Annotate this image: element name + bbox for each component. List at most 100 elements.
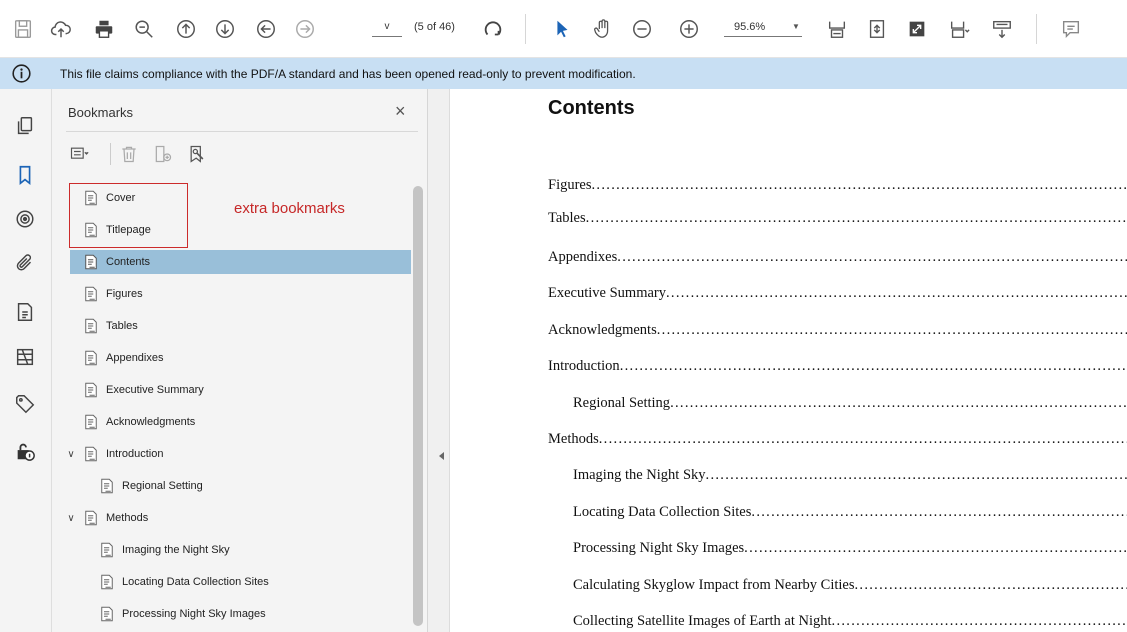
toc-leader: ........................................… bbox=[665, 285, 1127, 301]
bookmark-processing-night-sky-images[interactable]: Processing Night Sky Images bbox=[96, 602, 266, 626]
select-cursor-icon[interactable] bbox=[547, 14, 577, 44]
bookmark-page-icon bbox=[80, 347, 102, 369]
toc-entry[interactable]: Executive Summary ......................… bbox=[548, 285, 1127, 302]
toc-leader: ........................................… bbox=[751, 504, 1127, 520]
toc-leader: ........................................… bbox=[591, 177, 1127, 193]
pdfa-info-bar: This file claims compliance with the PDF… bbox=[0, 58, 1127, 89]
bookmark-label: Acknowledgments bbox=[106, 416, 196, 428]
info-icon bbox=[12, 64, 31, 83]
toc-entry[interactable]: Imaging the Night Sky...................… bbox=[573, 467, 1127, 484]
pages-icon[interactable] bbox=[12, 113, 38, 139]
bookmark-label: Tables bbox=[106, 320, 138, 332]
zoom-level-input[interactable]: 95.6% bbox=[724, 19, 802, 37]
bookmark-label: Imaging the Night Sky bbox=[122, 544, 230, 556]
tags-icon[interactable] bbox=[12, 391, 38, 417]
bookmark-page-icon bbox=[80, 379, 102, 401]
chevron-down-icon[interactable]: ∨ bbox=[62, 513, 80, 524]
bookmark-imaging-the-night-sky[interactable]: Imaging the Night Sky bbox=[96, 538, 230, 562]
bookmark-label: Regional Setting bbox=[122, 480, 203, 492]
bookmark-page-icon bbox=[80, 251, 102, 273]
toc-leader: ........................................… bbox=[854, 577, 1127, 593]
bookmark-label: Methods bbox=[106, 512, 149, 524]
fit-width-icon[interactable] bbox=[822, 14, 852, 44]
toc-label: Executive Summary bbox=[548, 285, 666, 301]
toc-entry[interactable]: Collecting Satellite Images of Earth at … bbox=[573, 613, 1127, 630]
panel-divider bbox=[66, 131, 418, 132]
print-icon[interactable] bbox=[89, 14, 119, 44]
upload-cloud-icon[interactable] bbox=[46, 14, 76, 44]
chevron-down-icon[interactable]: ∨ bbox=[62, 449, 80, 460]
bookmark-label: Locating Data Collection Sites bbox=[122, 576, 269, 588]
forward-icon[interactable] bbox=[290, 14, 320, 44]
next-page-icon[interactable] bbox=[210, 14, 240, 44]
zoom-out-icon[interactable] bbox=[627, 14, 657, 44]
hand-tool-icon[interactable] bbox=[588, 14, 618, 44]
bookmark-acknowledgments[interactable]: Acknowledgments bbox=[80, 410, 195, 434]
fit-page-icon[interactable] bbox=[862, 14, 892, 44]
bookmark-tables[interactable]: Tables bbox=[80, 314, 138, 338]
bookmark-executive-summary[interactable]: Executive Summary bbox=[80, 378, 204, 402]
panel-collapse-bar[interactable] bbox=[428, 89, 450, 632]
toc-label: Figures bbox=[548, 177, 592, 193]
toc-label: Introduction bbox=[548, 358, 620, 374]
annotation-label: extra bookmarks bbox=[234, 200, 345, 217]
bookmark-regional-setting[interactable]: Regional Setting bbox=[96, 474, 203, 498]
security-icon[interactable] bbox=[12, 438, 38, 464]
scrollbar-thumb[interactable] bbox=[413, 186, 423, 626]
prev-page-icon[interactable] bbox=[171, 14, 201, 44]
toc-entry[interactable]: Regional Setting .......................… bbox=[573, 395, 1127, 412]
rotate-icon[interactable] bbox=[478, 14, 508, 44]
toc-entry[interactable]: Methods ................................… bbox=[548, 431, 1127, 448]
toc-label: Methods bbox=[548, 431, 599, 447]
zoom-in-icon[interactable] bbox=[674, 14, 704, 44]
toc-entry[interactable]: Processing Night Sky Images.............… bbox=[573, 540, 1127, 557]
bookmark-appendixes[interactable]: Appendixes bbox=[80, 346, 164, 370]
toc-label: Appendixes bbox=[548, 249, 618, 265]
bookmark-figures[interactable]: Figures bbox=[80, 282, 143, 306]
navigation-rail bbox=[0, 89, 52, 632]
toc-label: Acknowledgments bbox=[548, 322, 657, 338]
delete-bookmark-icon[interactable] bbox=[116, 141, 142, 167]
comment-icon[interactable] bbox=[1056, 14, 1086, 44]
new-bookmark-icon[interactable] bbox=[150, 141, 176, 167]
zoom-dropdown-icon[interactable]: ▼ bbox=[792, 22, 800, 31]
main-toolbar: v (5 of 46) 95.6% ▼ bbox=[0, 0, 1127, 58]
toc-entry[interactable]: Introduction............................… bbox=[548, 358, 1127, 375]
options-menu-icon[interactable] bbox=[66, 141, 92, 167]
toc-label: Regional Setting bbox=[573, 395, 671, 411]
tags-structure-icon[interactable] bbox=[12, 344, 38, 370]
document-title: Contents bbox=[548, 97, 635, 119]
toc-entry[interactable]: Tables..................................… bbox=[548, 210, 1127, 227]
scroll-mode-icon[interactable] bbox=[987, 14, 1017, 44]
document-properties-icon[interactable] bbox=[12, 299, 38, 325]
attachments-icon[interactable] bbox=[12, 251, 38, 277]
page-display-icon[interactable] bbox=[944, 14, 974, 44]
full-screen-icon[interactable] bbox=[902, 14, 932, 44]
bookmark-introduction[interactable]: ∨ Introduction bbox=[62, 442, 163, 466]
toc-entry[interactable]: Figures.................................… bbox=[548, 177, 1127, 194]
toc-entry[interactable]: Locating Data Collection Sites .........… bbox=[573, 504, 1127, 521]
toc-entry[interactable]: Acknowledgments ........................… bbox=[548, 322, 1127, 339]
toc-leader: ........................................… bbox=[744, 540, 1127, 556]
toc-entry[interactable]: Appendixes .............................… bbox=[548, 249, 1127, 266]
zoom-search-icon[interactable] bbox=[129, 14, 159, 44]
bookmark-locating-data-collection-sites[interactable]: Locating Data Collection Sites bbox=[96, 570, 269, 594]
toc-entry[interactable]: Calculating Skyglow Impact from Nearby C… bbox=[573, 577, 1127, 594]
page-number-input[interactable]: v bbox=[372, 19, 402, 37]
toc-leader: ........................................… bbox=[617, 249, 1127, 265]
document-page: Contents Figures........................… bbox=[450, 89, 1127, 632]
close-icon[interactable]: × bbox=[395, 101, 406, 121]
back-icon[interactable] bbox=[251, 14, 281, 44]
bookmark-from-selection-icon[interactable] bbox=[184, 141, 210, 167]
bookmarks-icon[interactable] bbox=[12, 162, 38, 188]
save-icon[interactable] bbox=[8, 14, 38, 44]
bookmark-contents[interactable]: Contents bbox=[70, 250, 411, 274]
layers-icon[interactable] bbox=[12, 206, 38, 232]
collapse-arrow-icon[interactable] bbox=[439, 452, 444, 460]
toc-leader: ........................................… bbox=[670, 395, 1127, 411]
bookmark-label: Executive Summary bbox=[106, 384, 204, 396]
toc-label: Processing Night Sky Images bbox=[573, 540, 745, 556]
bookmark-methods[interactable]: ∨ Methods bbox=[62, 506, 148, 530]
page-count: (5 of 46) bbox=[414, 21, 455, 33]
toc-leader: ........................................… bbox=[705, 467, 1127, 483]
